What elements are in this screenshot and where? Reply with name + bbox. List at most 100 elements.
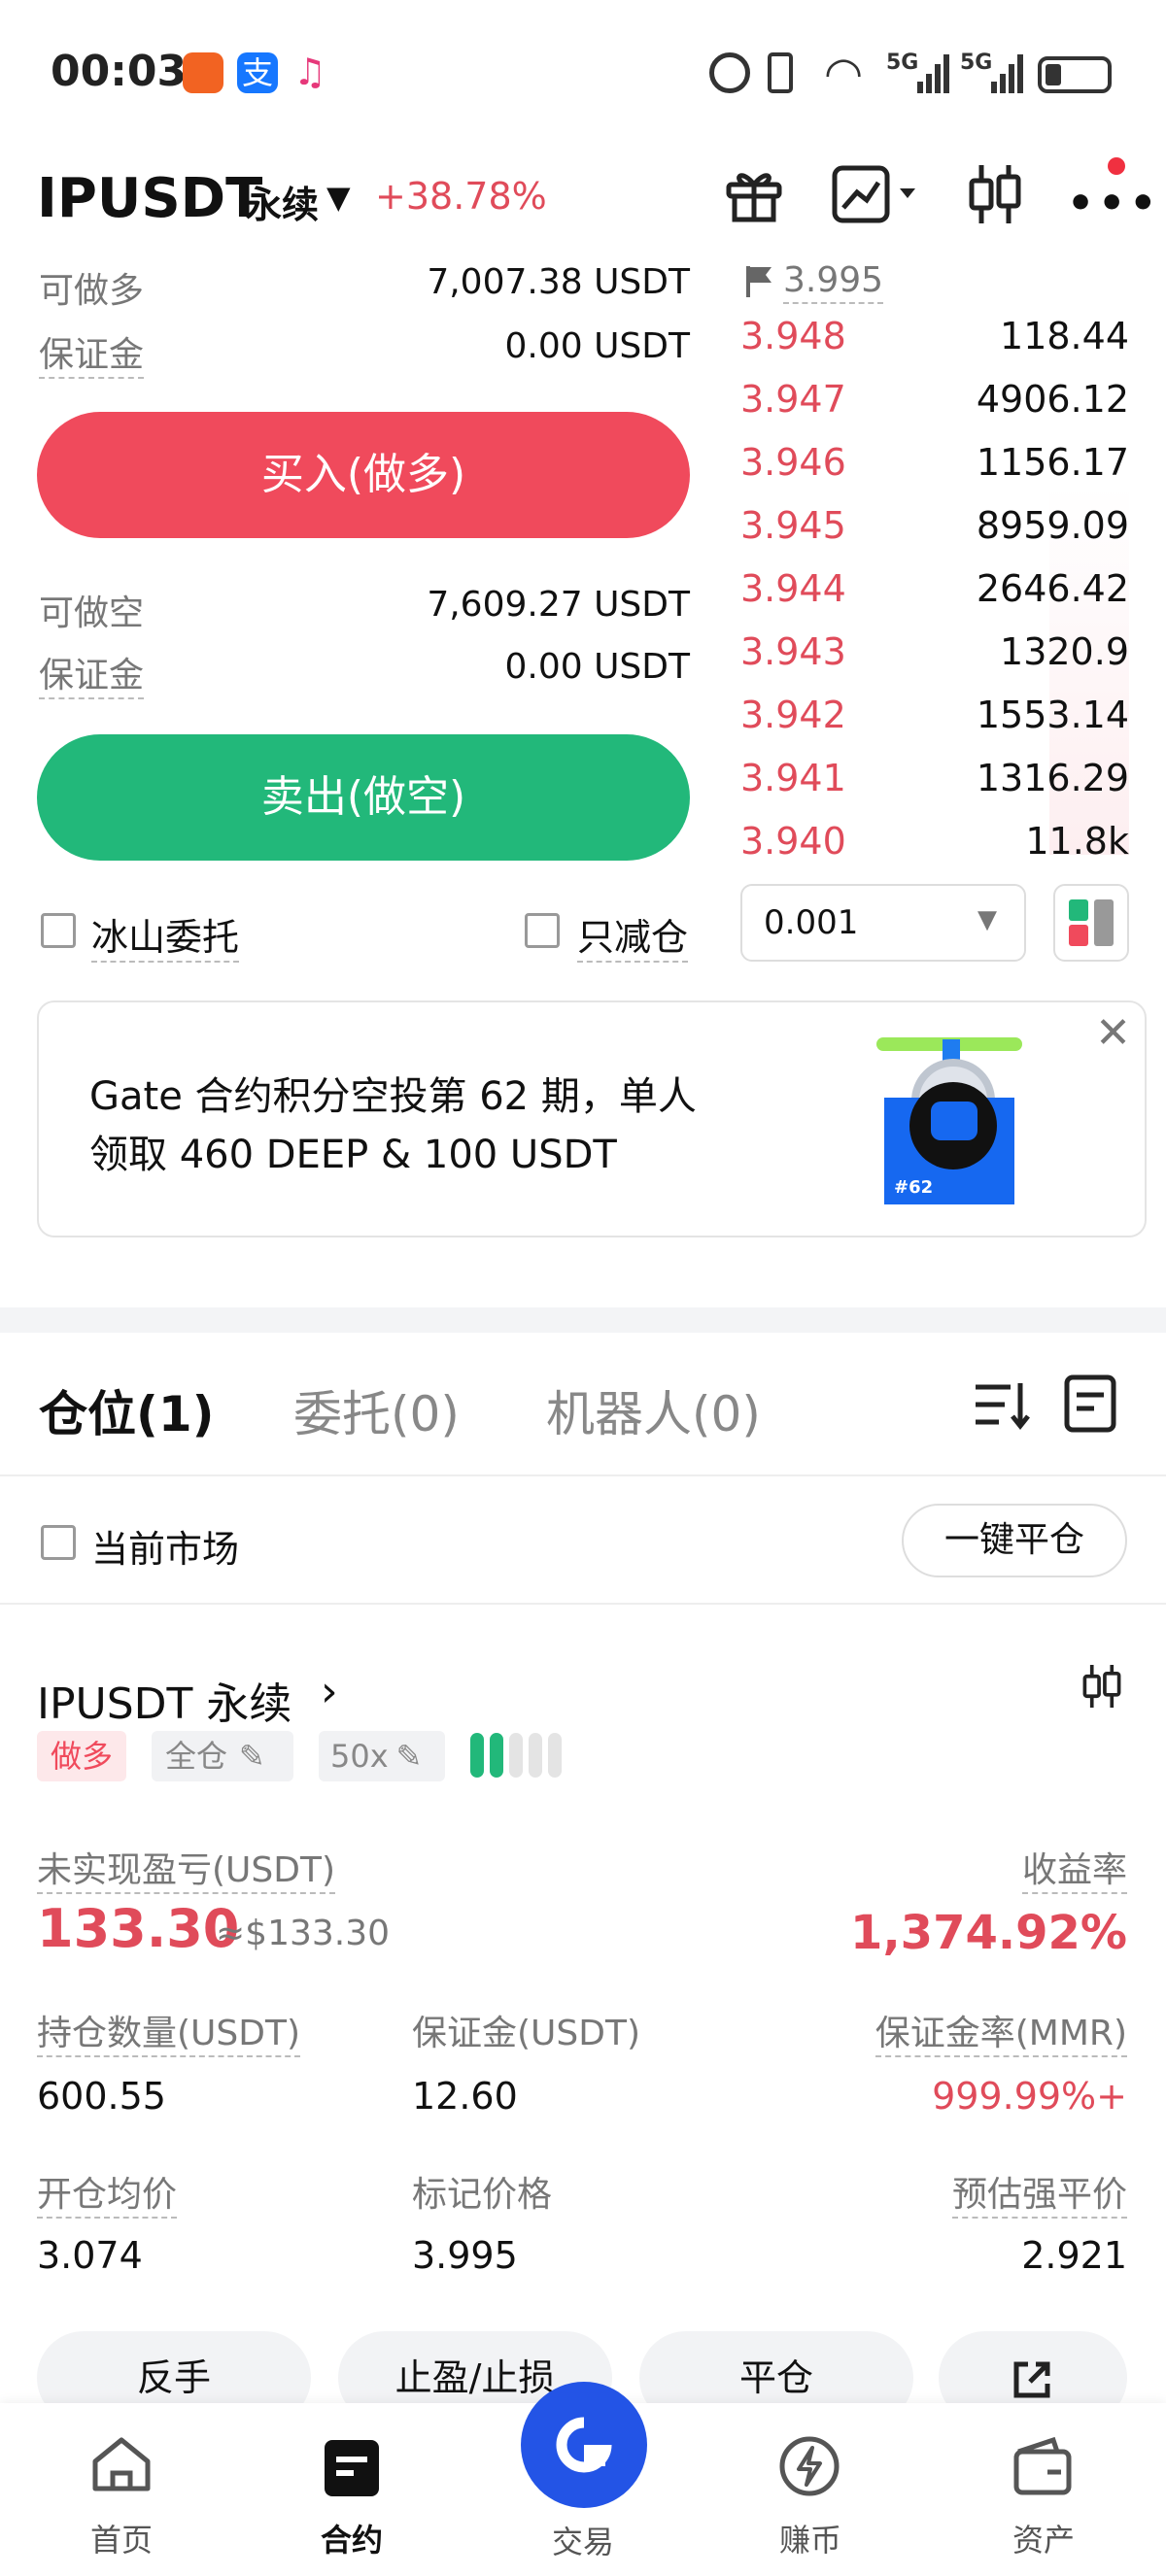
buy-long-button[interactable]: 买入(做多) <box>37 412 690 538</box>
nav-earn[interactable] <box>777 2434 841 2498</box>
gift-icon[interactable] <box>723 163 785 225</box>
tab-bots[interactable]: 机器人(0) <box>546 1375 761 1445</box>
banner-line-1: Gate 合约积分空投第 62 期，单人 <box>89 1074 697 1119</box>
mark-price[interactable]: 3.995 <box>783 260 884 304</box>
nav-home-label[interactable]: 首页 <box>87 2516 155 2560</box>
history-icon[interactable] <box>1063 1373 1117 1434</box>
book-layout-icon <box>1069 899 1114 946</box>
ask-row[interactable]: 3.944 2646.42 <box>740 567 1129 630</box>
wallet-icon <box>1013 2436 1072 2495</box>
pnl-usd: ≈$133.30 <box>216 1914 391 1953</box>
nav-futures-label[interactable]: 合约 <box>313 2516 391 2560</box>
margin-value: 12.60 <box>412 2075 518 2118</box>
margin-mode-badge[interactable]: 全仓 ✎ <box>152 1731 293 1781</box>
iceberg-label[interactable]: 冰山委托 <box>91 916 240 963</box>
side-badge: 做多 <box>37 1731 127 1781</box>
nav-assets-label[interactable]: 资产 <box>1005 2516 1082 2560</box>
roe-label[interactable]: 收益率 <box>1021 1850 1127 1894</box>
short-available-label: 可做空 <box>39 593 145 633</box>
book-layout-toggle[interactable] <box>1053 884 1129 962</box>
chevron-right-icon[interactable]: › <box>321 1667 338 1716</box>
ask-price: 3.946 <box>740 441 846 484</box>
trade-icon <box>556 2417 612 2473</box>
symbol-dropdown-icon[interactable]: ▼ <box>326 179 351 216</box>
ask-row[interactable]: 3.942 1553.14 <box>740 694 1129 757</box>
music-icon: ♫ <box>293 51 327 93</box>
flag-icon <box>744 264 773 299</box>
ask-qty: 1553.14 <box>976 694 1129 736</box>
nav-earn-label[interactable]: 赚币 <box>772 2516 849 2560</box>
ask-row[interactable]: 3.943 1320.9 <box>740 630 1129 694</box>
sort-icon[interactable] <box>972 1377 1032 1432</box>
nav-home[interactable] <box>87 2434 155 2494</box>
ask-qty: 8959.09 <box>976 504 1129 547</box>
candlestick-icon[interactable] <box>966 163 1024 225</box>
size-label[interactable]: 持仓数量(USDT) <box>37 2014 301 2057</box>
tab-orders[interactable]: 委托(0) <box>293 1375 460 1445</box>
alarm-icon <box>709 52 750 93</box>
ask-row[interactable]: 3.947 4906.12 <box>740 378 1129 441</box>
futures-icon <box>325 2440 379 2496</box>
signal-5g-1: 5G <box>886 51 919 75</box>
filter-divider <box>0 1603 1166 1605</box>
banner-line-2: 领取 460 DEEP & 100 USDT <box>89 1133 617 1177</box>
pnl-label[interactable]: 未实现盈亏(USDT) <box>37 1850 336 1894</box>
edit-icon: ✎ <box>239 1738 265 1775</box>
entry-price-label[interactable]: 开仓均价 <box>37 2175 178 2219</box>
ask-price: 3.945 <box>740 504 846 547</box>
ask-row[interactable]: 3.948 118.44 <box>740 315 1129 378</box>
ask-price: 3.947 <box>740 378 846 421</box>
ask-row[interactable]: 3.945 8959.09 <box>740 504 1129 567</box>
more-icon[interactable]: ••• <box>1067 179 1160 228</box>
sell-short-button[interactable]: 卖出(做空) <box>37 734 690 861</box>
ask-qty: 2646.42 <box>976 567 1129 610</box>
share-icon <box>1013 2361 1050 2398</box>
position-chart-icon[interactable] <box>1080 1661 1123 1712</box>
nav-trade[interactable] <box>521 2382 647 2508</box>
earn-icon <box>779 2436 840 2496</box>
adl-indicator <box>470 1733 564 1779</box>
precision-value: 0.001 <box>764 903 859 942</box>
ask-price: 3.941 <box>740 757 846 799</box>
tab-divider <box>0 1474 1166 1476</box>
ask-qty: 11.8k <box>1025 820 1129 863</box>
ask-price: 3.940 <box>740 820 846 863</box>
leverage-badge[interactable]: 50x ✎ <box>319 1731 445 1781</box>
ask-qty: 1156.17 <box>976 441 1129 484</box>
mmr-value: 999.99%+ <box>932 2075 1127 2118</box>
liq-price-label[interactable]: 预估强平价 <box>951 2175 1127 2219</box>
battery-icon <box>1038 56 1112 93</box>
nav-assets[interactable] <box>1011 2436 1075 2496</box>
app-notification-icon <box>183 52 223 93</box>
promo-banner[interactable]: Gate 合约积分空投第 62 期，单人 领取 460 DEEP & 100 U… <box>37 1000 1147 1237</box>
symbol-title[interactable]: IPUSDT <box>37 167 262 230</box>
long-available-label: 可做多 <box>39 271 145 311</box>
ask-row[interactable]: 3.941 1316.29 <box>740 757 1129 820</box>
contract-type[interactable]: 永续 <box>245 175 319 228</box>
precision-select[interactable]: 0.001 ▼ <box>740 884 1026 962</box>
ask-row[interactable]: 3.946 1156.17 <box>740 441 1129 504</box>
mmr-label[interactable]: 保证金率(MMR) <box>874 2014 1127 2057</box>
nav-trade-label[interactable]: 交易 <box>544 2518 622 2562</box>
long-margin-label[interactable]: 保证金 <box>39 335 145 379</box>
chevron-down-icon: ▼ <box>977 905 997 934</box>
close-icon[interactable]: ✕ <box>1095 1008 1131 1058</box>
reduce-only-checkbox[interactable] <box>525 913 560 948</box>
ask-price: 3.942 <box>740 694 846 736</box>
iceberg-checkbox[interactable] <box>41 913 76 948</box>
nav-futures[interactable] <box>321 2438 383 2498</box>
close-all-button[interactable]: 一键平仓 <box>902 1504 1127 1577</box>
current-market-label[interactable]: 当前市场 <box>91 1519 239 1573</box>
ask-row[interactable]: 3.940 11.8k <box>740 820 1129 883</box>
ask-qty: 118.44 <box>1000 315 1129 357</box>
short-margin-label[interactable]: 保证金 <box>39 656 145 699</box>
ask-qty: 1320.9 <box>1000 630 1129 673</box>
chart-icon[interactable] <box>832 165 919 223</box>
entry-price-value: 3.074 <box>37 2234 143 2277</box>
position-title[interactable]: IPUSDT 永续 <box>37 1669 292 1731</box>
ask-price: 3.944 <box>740 567 846 610</box>
current-market-checkbox[interactable] <box>41 1525 76 1560</box>
reduce-only-label[interactable]: 只减仓 <box>577 916 689 963</box>
signal-bars-icon-1 <box>917 54 950 93</box>
tab-positions[interactable]: 仓位(1) <box>39 1375 215 1445</box>
